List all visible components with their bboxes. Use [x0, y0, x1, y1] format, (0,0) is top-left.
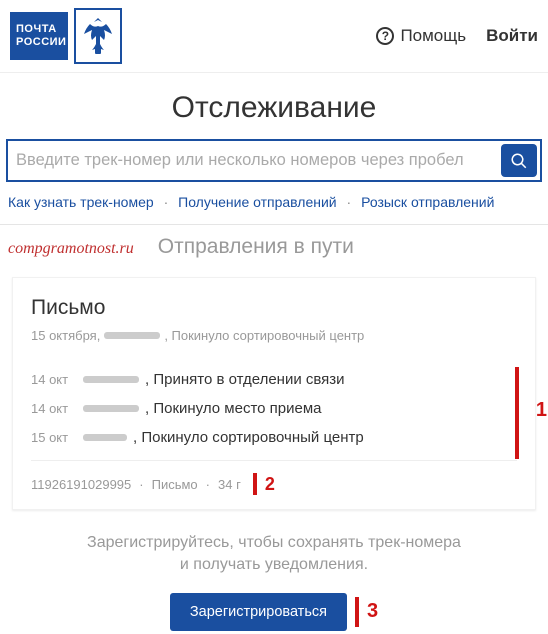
separator-dot: ·	[139, 477, 143, 492]
track-search-input[interactable]	[8, 141, 498, 180]
annotation-mark-2	[253, 473, 257, 495]
logo-text[interactable]: ПОЧТА РОССИИ	[10, 12, 68, 60]
cta-row: Зарегистрироваться 3	[0, 593, 548, 631]
event-date: 14 окт	[31, 401, 77, 416]
help-label: Помощь	[400, 26, 466, 46]
help-icon: ?	[376, 27, 394, 45]
separator-dot: ·	[206, 477, 210, 492]
redacted-blur	[83, 405, 139, 412]
annotation-bracket-1	[515, 367, 519, 459]
sub-date: 15 октября,	[31, 328, 100, 343]
redacted-blur	[83, 434, 127, 441]
track-number: 11926191029995	[31, 477, 131, 492]
separator-dot: ·	[341, 194, 358, 210]
link-search-shipment[interactable]: Розыск отправлений	[361, 194, 494, 210]
shipment-card[interactable]: Письмо 15 октября, , Покинуло сортировоч…	[12, 277, 536, 510]
redacted-blur	[83, 376, 139, 383]
event-text: , Покинуло сортировочный центр	[133, 429, 364, 446]
shipment-weight: 34 г	[218, 477, 241, 492]
logo-emblem[interactable]	[74, 8, 122, 64]
watermark: compgramotnost.ru	[8, 240, 134, 258]
event-row: 15 окт , Покинуло сортировочный центр	[31, 429, 517, 446]
register-button[interactable]: Зарегистрироваться	[170, 593, 347, 631]
annotation-number-3: 3	[367, 600, 378, 623]
search-button[interactable]	[501, 144, 537, 177]
event-row: 14 окт , Покинуло место приема	[31, 400, 517, 417]
search-row	[6, 139, 542, 182]
sub-status: , Покинуло сортировочный центр	[164, 328, 364, 343]
page-title: Отслеживание	[0, 91, 548, 125]
help-link[interactable]: ? Помощь	[376, 26, 466, 46]
top-bar: ПОЧТА РОССИИ ? Помощь Войти	[0, 0, 548, 73]
event-text: , Принято в отделении связи	[145, 371, 345, 388]
event-row: 14 окт , Принято в отделении связи	[31, 371, 517, 388]
annotation-mark-3	[355, 597, 359, 627]
shipment-type: Письмо	[152, 477, 198, 492]
topbar-right: ? Помощь Войти	[376, 26, 538, 46]
event-date: 15 окт	[31, 430, 77, 445]
redacted-blur	[104, 332, 160, 339]
card-footer: 11926191029995 · Письмо · 34 г 2	[31, 460, 517, 495]
cta-line1: Зарегистрируйтесь, чтобы сохранять трек-…	[30, 532, 518, 554]
event-date: 14 окт	[31, 372, 77, 387]
sub-links: Как узнать трек-номер · Получение отправ…	[0, 194, 548, 224]
section-header: compgramotnost.ru Отправления в пути	[0, 224, 548, 269]
link-how-track[interactable]: Как узнать трек-номер	[8, 194, 154, 210]
annotation-number-1: 1	[536, 399, 547, 422]
cta-line2: и получать уведомления.	[30, 554, 518, 576]
link-receive[interactable]: Получение отправлений	[178, 194, 337, 210]
cta-text: Зарегистрируйтесь, чтобы сохранять трек-…	[30, 532, 518, 577]
timeline: 1 14 окт , Принято в отделении связи 14 …	[31, 371, 517, 446]
logo-line2: РОССИИ	[16, 36, 62, 49]
event-text: , Покинуло место приема	[145, 400, 322, 417]
separator-dot: ·	[158, 194, 175, 210]
shipment-subtitle: 15 октября, , Покинуло сортировочный цен…	[31, 328, 517, 343]
eagle-icon	[78, 14, 118, 58]
shipment-title: Письмо	[31, 296, 517, 320]
search-icon	[510, 152, 528, 170]
annotation-number-2: 2	[265, 474, 275, 495]
section-title: Отправления в пути	[158, 235, 354, 259]
logo-line1: ПОЧТА	[16, 23, 62, 36]
login-link[interactable]: Войти	[486, 26, 538, 46]
